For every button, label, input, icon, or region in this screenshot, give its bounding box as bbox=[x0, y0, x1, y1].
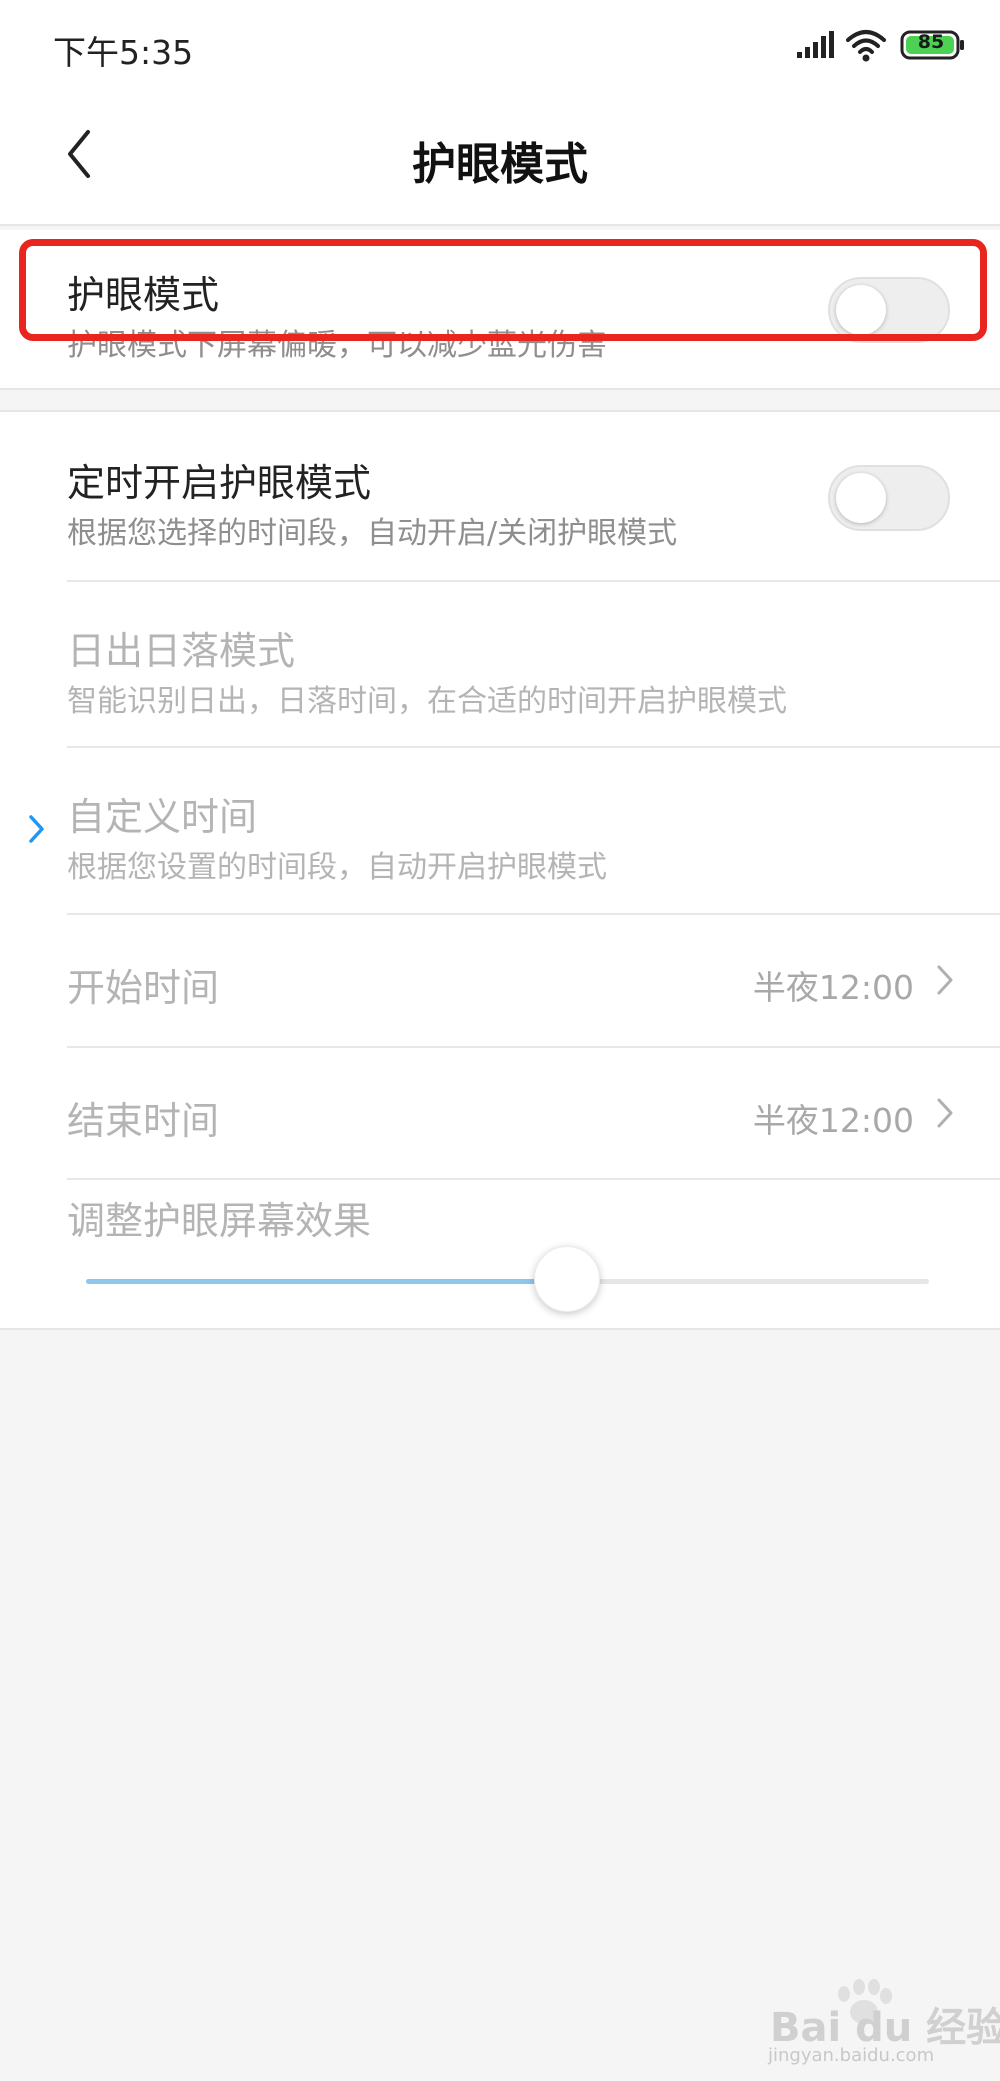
watermark-url: jingyan.baidu.com bbox=[768, 2045, 935, 2066]
chevron-right-icon bbox=[937, 1098, 953, 1128]
header-divider bbox=[0, 224, 1000, 226]
chevron-right-icon bbox=[937, 965, 953, 995]
divider bbox=[67, 746, 1000, 748]
divider bbox=[67, 1046, 1000, 1048]
toggle-knob bbox=[836, 473, 886, 523]
divider bbox=[67, 580, 1000, 582]
sunrise-sunset-subtitle: 智能识别日出，日落时间，在合适的时间开启护眼模式 bbox=[67, 684, 787, 719]
page-title: 护眼模式 bbox=[412, 139, 588, 190]
selected-chevron-icon bbox=[29, 815, 44, 843]
schedule-title: 定时开启护眼模式 bbox=[67, 461, 372, 505]
custom-time-title: 自定义时间 bbox=[67, 795, 258, 839]
highlight-box bbox=[19, 239, 987, 341]
divider bbox=[67, 1178, 1000, 1180]
schedule-subtitle: 根据您选择的时间段，自动开启/关闭护眼模式 bbox=[67, 516, 678, 551]
effect-slider-fill bbox=[86, 1279, 567, 1284]
sunrise-sunset-title: 日出日落模式 bbox=[67, 629, 296, 673]
effect-label: 调整护眼屏幕效果 bbox=[67, 1199, 372, 1243]
status-bar: 下午5:35 85 bbox=[0, 0, 1000, 90]
end-time-value: 半夜12:00 bbox=[752, 1101, 914, 1140]
start-time-label: 开始时间 bbox=[67, 966, 220, 1010]
signal-icon bbox=[797, 31, 834, 58]
schedule-toggle[interactable] bbox=[828, 465, 950, 531]
start-time-value: 半夜12:00 bbox=[752, 968, 914, 1007]
custom-time-subtitle: 根据您设置的时间段，自动开启护眼模式 bbox=[67, 850, 607, 885]
effect-slider-thumb[interactable] bbox=[533, 1246, 600, 1312]
wifi-icon bbox=[846, 30, 886, 62]
end-time-label: 结束时间 bbox=[67, 1099, 220, 1143]
battery-level: 85 bbox=[917, 31, 945, 53]
status-time: 下午5:35 bbox=[53, 33, 194, 72]
divider bbox=[67, 913, 1000, 915]
